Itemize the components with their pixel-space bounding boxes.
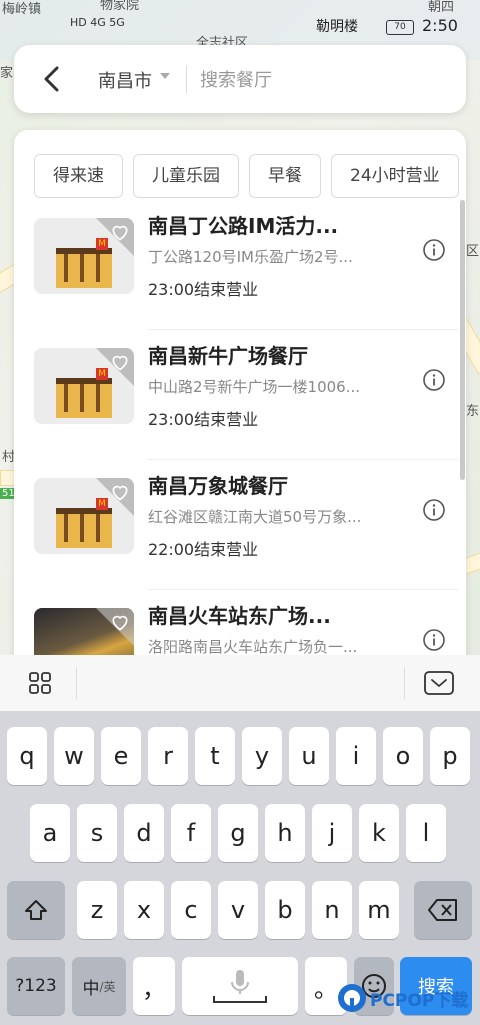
back-button[interactable] [36, 63, 68, 95]
status-bar: HD 4G 5G 勒明楼 70 2:50 [0, 0, 480, 42]
status-time: 2:50 [422, 16, 458, 35]
heart-icon[interactable] [110, 352, 130, 372]
heart-icon[interactable] [110, 482, 130, 502]
key-h[interactable]: h [265, 804, 305, 862]
key-x[interactable]: x [124, 881, 164, 939]
chip-breakfast[interactable]: 早餐 [249, 154, 321, 198]
store-list-item[interactable]: M 南昌万象城餐厅 红谷滩区赣江南大道50号万象... 22:00结束营业 [34, 462, 458, 590]
key-v[interactable]: v [218, 881, 258, 939]
key-z[interactable]: z [77, 881, 117, 939]
key-s[interactable]: s [77, 804, 117, 862]
keyboard-hide-icon[interactable] [424, 671, 454, 695]
store-thumbnail: M [34, 348, 134, 424]
key-t[interactable]: t [195, 727, 235, 785]
store-name: 南昌丁公路IM活力... [148, 214, 339, 238]
keyboard-toolbar [0, 655, 480, 712]
key-b[interactable]: b [265, 881, 305, 939]
info-icon[interactable] [422, 498, 446, 522]
store-list-item[interactable]: M 南昌新牛广场餐厅 中山路2号新牛广场一楼1006... 23:00结束营业 [34, 332, 458, 460]
store-address: 丁公路120号IM乐盈广场2号... [148, 248, 353, 266]
space-key[interactable] [182, 957, 298, 1015]
store-hours: 23:00结束营业 [148, 410, 259, 429]
map-label: 东 [466, 404, 480, 419]
shift-key[interactable] [7, 881, 65, 939]
chip-drive-thru[interactable]: 得来速 [34, 154, 123, 198]
info-icon[interactable] [422, 368, 446, 392]
store-list-item[interactable]: M 南昌丁公路IM活力... 丁公路120号IM乐盈广场2号... 23:00结… [34, 202, 458, 330]
lang-secondary: /英 [99, 979, 116, 994]
store-hours: 22:00结束营业 [148, 540, 259, 559]
comma-key[interactable]: ， [133, 957, 175, 1015]
key-k[interactable]: k [359, 804, 399, 862]
network-indicators: HD 4G 5G [70, 16, 125, 29]
microphone-icon [213, 970, 267, 1003]
key-q[interactable]: q [7, 727, 47, 785]
divider [186, 65, 187, 93]
info-icon[interactable] [422, 628, 446, 652]
key-o[interactable]: o [383, 727, 423, 785]
filter-chips: 得来速 儿童乐园 早餐 24小时营业 [34, 154, 466, 200]
key-u[interactable]: u [289, 727, 329, 785]
key-y[interactable]: y [242, 727, 282, 785]
status-map-label: 勒明楼 [316, 19, 358, 35]
key-f[interactable]: f [171, 804, 211, 862]
key-w[interactable]: w [54, 727, 94, 785]
map-label: 区 [466, 244, 480, 259]
caret-down-icon [160, 73, 170, 79]
key-j[interactable]: j [312, 804, 352, 862]
results-panel: 得来速 儿童乐园 早餐 24小时营业 M 南昌丁公路IM活力... 丁公路120号IM… [14, 130, 466, 670]
watermark-text: PCPOP下载 [370, 991, 469, 1011]
key-r[interactable]: r [148, 727, 188, 785]
store-address: 洛阳路南昌火车站东广场负一... [148, 638, 358, 656]
lang-primary: 中 [82, 978, 100, 999]
divider [76, 667, 77, 699]
store-hours: 23:00结束营业 [148, 280, 259, 299]
search-input[interactable] [198, 65, 462, 95]
key-n[interactable]: n [312, 881, 352, 939]
key-g[interactable]: g [218, 804, 258, 862]
chip-24h[interactable]: 24小时营业 [331, 154, 459, 198]
numbers-key[interactable]: ?123 [7, 957, 65, 1015]
watermark-logo: PCPOP下载 [336, 978, 476, 1018]
store-address: 红谷滩区赣江南大道50号万象... [148, 508, 362, 526]
grid-menu-icon[interactable] [28, 671, 52, 695]
map-label: 家 [0, 66, 14, 81]
divider [404, 667, 405, 699]
battery-icon: 70 [386, 20, 414, 35]
city-selector[interactable]: 南昌市 [98, 67, 152, 93]
info-icon[interactable] [422, 238, 446, 262]
key-d[interactable]: d [124, 804, 164, 862]
key-p[interactable]: p [430, 727, 470, 785]
heart-icon[interactable] [110, 612, 130, 632]
key-l[interactable]: l [406, 804, 446, 862]
search-bar: 南昌市 [14, 45, 466, 113]
chip-playland[interactable]: 儿童乐园 [133, 154, 239, 198]
chevron-left-icon [44, 66, 59, 92]
key-c[interactable]: c [171, 881, 211, 939]
store-name: 南昌万象城餐厅 [148, 474, 288, 498]
key-e[interactable]: e [101, 727, 141, 785]
store-thumbnail: M [34, 478, 134, 554]
logo-icon [338, 984, 366, 1012]
heart-icon[interactable] [110, 222, 130, 242]
store-thumbnail: M [34, 218, 134, 294]
key-a[interactable]: a [30, 804, 70, 862]
store-name: 南昌火车站东广场... [148, 604, 331, 628]
backspace-key[interactable] [414, 881, 472, 939]
store-address: 中山路2号新牛广场一楼1006... [148, 378, 361, 396]
backspace-icon [428, 899, 457, 921]
shift-icon [25, 900, 47, 920]
key-m[interactable]: m [359, 881, 399, 939]
key-i[interactable]: i [336, 727, 376, 785]
store-name: 南昌新牛广场餐厅 [148, 344, 308, 368]
scrollbar[interactable] [460, 200, 465, 480]
language-switch-key[interactable]: 中/英 [72, 957, 126, 1015]
